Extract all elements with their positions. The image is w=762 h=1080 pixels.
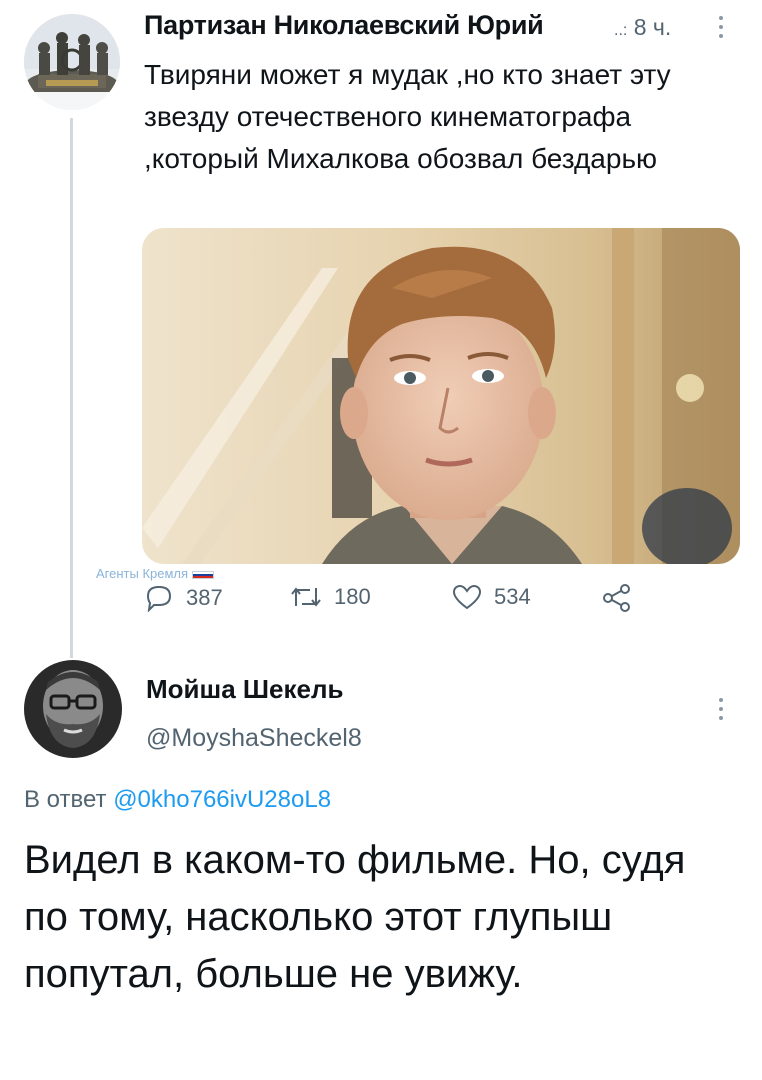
retweet-button[interactable]: 180	[290, 584, 371, 610]
meta-separator: ..:	[614, 22, 628, 39]
like-button[interactable]: 534	[452, 584, 531, 610]
more-vertical-icon	[719, 16, 723, 38]
heart-icon	[452, 584, 482, 610]
more-menu-button[interactable]	[716, 696, 726, 727]
tweet-meta: ..: 8 ч.	[614, 14, 671, 41]
more-vertical-icon	[719, 698, 723, 720]
reply-context: В ответ @0kho766ivU28oL8	[24, 786, 331, 814]
avatar[interactable]	[24, 14, 120, 110]
tweet-text: Видел в каком-то фильме. Но, судя по том…	[24, 838, 686, 996]
tweet-time[interactable]: 8 ч.	[634, 14, 672, 40]
like-count: 534	[494, 584, 531, 609]
retweet-count: 180	[334, 584, 371, 609]
avatar[interactable]	[24, 660, 122, 758]
retweet-icon	[291, 587, 321, 607]
author-handle[interactable]: @MoyshaSheckel8	[146, 724, 362, 753]
reply-prefix: В ответ	[24, 786, 107, 813]
thread-line	[70, 118, 73, 658]
share-icon	[603, 584, 630, 612]
watermark: Агенты Кремля	[96, 566, 215, 581]
reply-handle-link[interactable]: @0kho766ivU28oL8	[113, 786, 331, 813]
reply-count: 387	[186, 585, 223, 610]
reply-button[interactable]: 387	[144, 584, 223, 612]
author-name[interactable]: Партизан Николаевский Юрий	[144, 10, 544, 41]
russia-flag-icon	[192, 570, 215, 579]
bearded-man-glasses-avatar-icon	[24, 660, 122, 758]
young-man-portrait-photo-icon	[142, 228, 740, 564]
tweet-text: Твиряни может я мудак ,но кто знает эту …	[144, 59, 671, 174]
author-name[interactable]: Мойша Шекель	[146, 674, 343, 705]
share-button[interactable]	[602, 584, 632, 612]
monument-statue-avatar-icon	[24, 14, 120, 110]
tweet-actions: 387 180 534	[140, 584, 640, 620]
more-menu-button[interactable]	[716, 14, 726, 45]
watermark-text: Агенты Кремля	[96, 566, 189, 581]
tweet-media[interactable]	[142, 228, 740, 564]
reply-bubble-icon	[146, 585, 172, 612]
